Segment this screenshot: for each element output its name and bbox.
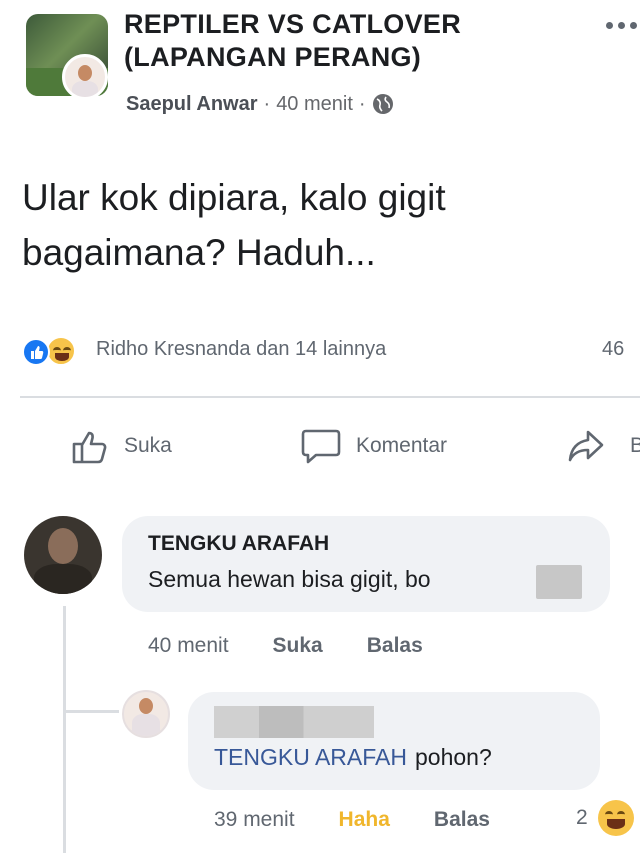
reply-body: pohon?: [414, 744, 492, 770]
reply-reaction-count[interactable]: 2: [576, 806, 588, 830]
censored-blur: [536, 565, 582, 599]
globe-icon: [372, 94, 393, 114]
thread-line: [63, 606, 66, 853]
share-button[interactable]: B: [566, 426, 640, 466]
like-reaction-icon[interactable]: [22, 338, 50, 366]
post-meta: Saepul Anwar · 40 menit ·: [126, 90, 394, 118]
comment-like-link[interactable]: Suka: [273, 634, 323, 658]
comment-bubble-icon: [301, 429, 341, 464]
censored-name-blur: [214, 706, 374, 738]
haha-reaction-icon[interactable]: [598, 800, 634, 836]
post-text: Ular kok dipiara, kalo gigit bagaimana? …: [22, 177, 446, 273]
comment-reply-link[interactable]: Balas: [367, 634, 423, 658]
reply-text: TENGKU ARAFAH pohon?: [214, 744, 492, 771]
commenter-avatar[interactable]: [24, 516, 102, 594]
like-button[interactable]: Suka: [70, 426, 172, 466]
reply-mention-link[interactable]: TENGKU ARAFAH: [214, 744, 407, 771]
reply-time[interactable]: 39 menit: [214, 808, 295, 832]
reactions-summary[interactable]: Ridho Kresnanda dan 14 lainnya: [96, 338, 386, 361]
separator: ·: [358, 92, 366, 115]
thumbs-up-icon: [72, 431, 107, 464]
author-name[interactable]: Saepul Anwar: [126, 93, 258, 116]
author-avatar[interactable]: [62, 54, 108, 100]
group-name[interactable]: REPTILER VS CATLOVER (LAPANGAN PERANG): [124, 8, 594, 74]
comment-button[interactable]: Komentar: [300, 426, 447, 466]
more-options-icon[interactable]: [606, 22, 640, 32]
comment-meta: 40 menit Suka Balas: [148, 634, 467, 658]
reply-reply-link[interactable]: Balas: [434, 808, 490, 832]
comment-time[interactable]: 40 menit: [148, 634, 229, 658]
reaction-count-right[interactable]: 46: [602, 338, 624, 361]
share-label: B: [630, 434, 640, 457]
commenter-name[interactable]: TENGKU ARAFAH: [148, 532, 329, 556]
thread-line: [63, 710, 119, 713]
replier-avatar[interactable]: [122, 690, 170, 738]
reply-meta: 39 menit Haha Balas: [214, 808, 534, 832]
post-time[interactable]: 40 menit: [276, 93, 353, 116]
share-arrow-icon: [568, 430, 604, 462]
like-label: Suka: [124, 434, 172, 457]
comment-text: Semua hewan bisa gigit, bo: [148, 566, 431, 592]
separator: ·: [263, 92, 271, 115]
reply-haha-link[interactable]: Haha: [339, 808, 390, 832]
comment-label: Komentar: [356, 434, 448, 457]
haha-reaction-icon[interactable]: [46, 336, 76, 366]
divider: [20, 396, 640, 398]
